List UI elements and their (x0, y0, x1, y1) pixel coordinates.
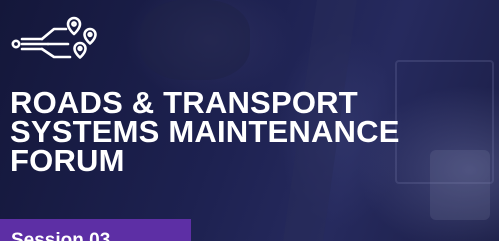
background-photo-overlay (140, 0, 250, 80)
session-label: Session 03 (11, 230, 111, 241)
forum-title: ROADS & TRANSPORT SYSTEMS MAINTENANCE FO… (10, 85, 480, 178)
session-badge: Session 03 (0, 219, 191, 241)
title-line: ROADS & TRANSPORT (10, 85, 358, 120)
title-line: SYSTEMS MAINTENANCE (10, 114, 400, 149)
title-line: FORUM (10, 143, 125, 178)
forum-banner: ROADS & TRANSPORT SYSTEMS MAINTENANCE FO… (0, 0, 499, 241)
circuit-road-pin-icon (8, 15, 104, 61)
